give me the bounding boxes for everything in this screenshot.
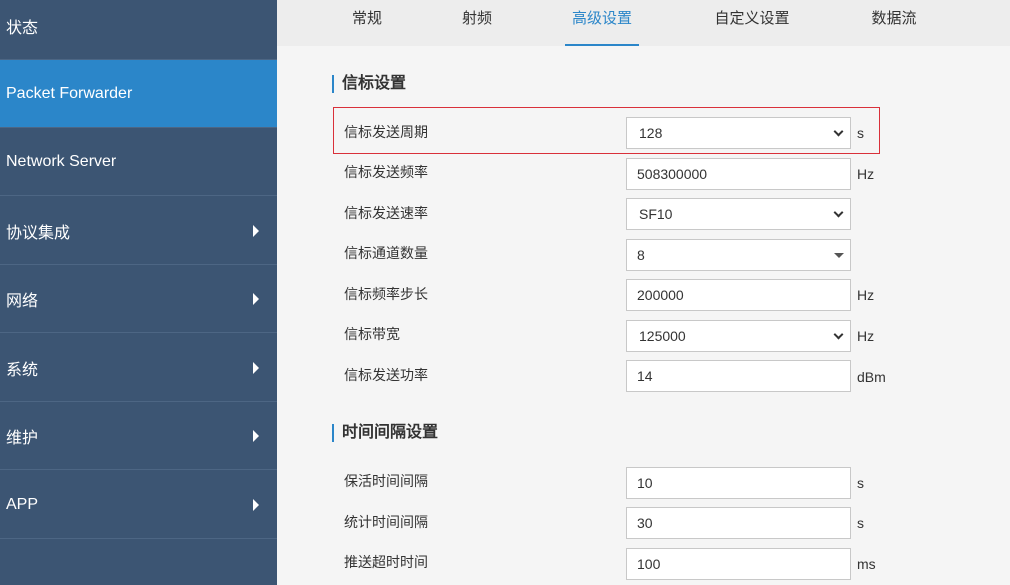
sidebar-item-network-server[interactable]: Network Server [0, 128, 277, 196]
push-timeout-input[interactable]: 100 [626, 548, 851, 580]
chevron-down-icon [833, 207, 844, 218]
sidebar-item-packet-forwarder[interactable]: Packet Forwarder [0, 60, 277, 128]
chevron-down-icon [833, 126, 844, 137]
sidebar-item-label: 维护 [6, 429, 39, 447]
beacon-datarate-select[interactable]: SF10 [626, 198, 851, 230]
sidebar-item-label: Packet Forwarder [6, 84, 133, 102]
sidebar-item-label: Network Server [6, 152, 117, 170]
push-timeout-value: 100 [637, 556, 661, 572]
sidebar-item-system[interactable]: 系统 [0, 334, 277, 402]
chevron-down-icon [833, 329, 844, 340]
sidebar-item-maintenance[interactable]: 维护 [0, 402, 277, 470]
beacon-power-value: 14 [637, 368, 653, 384]
tab-advanced[interactable]: 高级设置 [565, 0, 639, 46]
caret-down-icon[interactable] [834, 253, 844, 258]
beacon-bandwidth-unit: Hz [857, 328, 875, 344]
beacon-bandwidth-select[interactable]: 125000 [626, 320, 851, 352]
push-timeout-unit: ms [857, 556, 876, 572]
stat-interval-label: 统计时间间隔 [344, 514, 428, 530]
stat-interval-input[interactable]: 30 [626, 507, 851, 539]
beacon-bandwidth-label: 信标带宽 [344, 326, 400, 342]
tab-radio[interactable]: 射频 [445, 0, 509, 46]
beacon-freq-step-value: 200000 [637, 287, 684, 303]
beacon-period-unit: s [857, 125, 864, 141]
stat-interval-value: 30 [637, 515, 653, 531]
sidebar-item-label: 网络 [6, 292, 39, 310]
chevron-right-icon [253, 429, 259, 442]
beacon-channels-label: 信标通道数量 [344, 245, 428, 261]
sidebar-item-label: 状态 [6, 19, 39, 37]
sidebar-item-network[interactable]: 网络 [0, 265, 277, 333]
sidebar-item-app[interactable]: APP [0, 471, 277, 539]
sidebar-item-status[interactable]: 状态 [0, 0, 277, 60]
tab-general[interactable]: 常规 [335, 0, 399, 46]
beacon-freq-step-unit: Hz [857, 287, 875, 303]
beacon-period-select[interactable]: 128 [626, 117, 851, 149]
tab-custom[interactable]: 自定义设置 [703, 0, 801, 46]
tab-data-stream[interactable]: 数据流 [861, 0, 927, 46]
stat-interval-unit: s [857, 515, 864, 531]
beacon-period-label: 信标发送周期 [344, 124, 428, 140]
beacon-frequency-value: 508300000 [637, 166, 708, 182]
section-title-interval: 时间间隔设置 [332, 424, 438, 442]
beacon-freq-step-input[interactable]: 200000 [626, 279, 851, 311]
sidebar-item-label: APP [6, 495, 39, 513]
tab-bar: 常规 射频 高级设置 自定义设置 数据流 [277, 0, 1010, 46]
section-title-beacon: 信标设置 [332, 75, 406, 93]
keepalive-interval-label: 保活时间间隔 [344, 473, 428, 489]
beacon-power-unit: dBm [857, 369, 886, 385]
beacon-frequency-label: 信标发送频率 [344, 164, 428, 180]
chevron-right-icon [253, 224, 259, 237]
beacon-frequency-input[interactable]: 508300000 [626, 158, 851, 190]
beacon-power-label: 信标发送功率 [344, 367, 428, 383]
beacon-channels-combo[interactable]: 8 [626, 239, 851, 271]
beacon-channels-value: 8 [637, 247, 645, 263]
sidebar: 状态 Packet Forwarder Network Server 协议集成 … [0, 0, 277, 585]
beacon-freq-step-label: 信标频率步长 [344, 286, 428, 302]
beacon-datarate-label: 信标发送速率 [344, 205, 428, 221]
sidebar-item-label: 协议集成 [6, 224, 71, 242]
chevron-right-icon [253, 498, 259, 511]
keepalive-interval-input[interactable]: 10 [626, 467, 851, 499]
chevron-right-icon [253, 361, 259, 374]
main-content: 信标设置 信标发送周期 128 s 信标发送频率 508300000 Hz 信标… [277, 46, 1010, 585]
beacon-bandwidth-value: 125000 [639, 328, 686, 344]
beacon-datarate-value: SF10 [639, 206, 673, 222]
beacon-period-value: 128 [639, 125, 663, 141]
sidebar-item-protocol-integration[interactable]: 协议集成 [0, 197, 277, 265]
sidebar-item-label: 系统 [6, 361, 39, 379]
keepalive-interval-unit: s [857, 475, 864, 491]
chevron-right-icon [253, 292, 259, 305]
push-timeout-label: 推送超时时间 [344, 554, 428, 570]
beacon-power-input[interactable]: 14 [626, 360, 851, 392]
beacon-frequency-unit: Hz [857, 166, 875, 182]
keepalive-interval-value: 10 [637, 475, 653, 491]
